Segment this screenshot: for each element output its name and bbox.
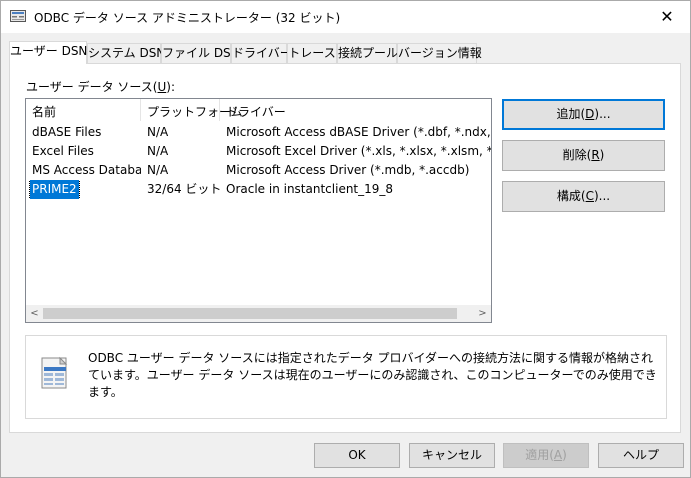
configure-button[interactable]: 構成(C)... <box>502 181 665 212</box>
dsn-platform: 32/64 ビット <box>147 182 220 196</box>
list-item[interactable]: dBASE Files N/A Microsoft Access dBASE D… <box>26 123 491 142</box>
tab-system-dsn[interactable]: システム DSN <box>87 43 165 63</box>
button-label: 削除( <box>562 148 592 162</box>
title-bar: ODBC データ ソース アドミニストレーター (32 ビット) ✕ <box>1 1 690 33</box>
tab-label: バージョン情報 <box>398 46 482 60</box>
tab-label: 接続プール <box>338 46 399 60</box>
odbc-app-icon <box>10 9 26 23</box>
dsn-driver: Microsoft Access Driver (*.mdb, *.accdb) <box>226 163 470 177</box>
close-icon: ✕ <box>660 7 674 26</box>
ok-button[interactable]: OK <box>314 443 400 468</box>
tab-label: トレース <box>288 46 336 60</box>
tab-connection-pooling[interactable]: 接続プール <box>337 43 399 63</box>
button-hotkey: A <box>553 448 563 462</box>
data-source-info-icon <box>38 356 72 390</box>
column-header-platform[interactable]: プラットフォーム <box>141 103 243 120</box>
button-label-suffix: )... <box>593 189 611 203</box>
info-box: ODBC ユーザー データ ソースには指定されたデータ プロバイダーへの接続方法… <box>25 335 667 419</box>
tab-user-dsn[interactable]: ユーザー DSN <box>9 41 87 64</box>
tab-label: ファイル DSN <box>162 46 240 60</box>
button-label-suffix: )... <box>594 107 611 121</box>
button-hotkey: C <box>585 189 594 203</box>
list-item[interactable]: MS Access Database N/A Microsoft Access … <box>26 161 491 180</box>
button-label-suffix: ) <box>562 448 567 462</box>
info-description: ODBC ユーザー データ ソースには指定されたデータ プロバイダーへの接続方法… <box>88 351 657 399</box>
dsn-name: dBASE Files <box>32 125 102 139</box>
tab-file-dsn[interactable]: ファイル DSN <box>161 43 240 63</box>
label-suffix: ): <box>166 80 176 94</box>
close-button[interactable]: ✕ <box>644 1 690 32</box>
apply-button[interactable]: 適用(A) <box>503 443 589 468</box>
horizontal-scrollbar[interactable]: < > <box>26 305 491 322</box>
scroll-right-icon[interactable]: > <box>474 305 491 322</box>
button-label: 構成( <box>556 189 586 203</box>
list-header: 名前 プラットフォーム ドライバー <box>26 99 491 121</box>
scroll-left-icon[interactable]: < <box>26 305 43 322</box>
list-item-selected[interactable]: PRIME2 32/64 ビット Oracle in instantclient… <box>26 180 491 199</box>
button-label: 適用( <box>525 448 554 462</box>
dsn-name-cell: PRIME2 <box>26 180 141 199</box>
column-header-name[interactable]: 名前 <box>26 103 140 120</box>
dsn-name: MS Access Database <box>32 163 141 177</box>
tab-tracing[interactable]: トレース <box>287 43 337 63</box>
tab-label: システム DSN <box>88 46 166 60</box>
cancel-button[interactable]: キャンセル <box>409 443 495 468</box>
button-label-suffix: ) <box>599 148 605 162</box>
window-title: ODBC データ ソース アドミニストレーター (32 ビット) <box>34 11 341 25</box>
help-button[interactable]: ヘルプ <box>598 443 684 468</box>
remove-button[interactable]: 削除(R) <box>502 140 665 171</box>
tab-strip: ユーザー DSN システム DSN ファイル DSN ドライバー トレース 接続… <box>9 41 679 64</box>
dsn-driver: Oracle in instantclient_19_8 <box>226 182 394 196</box>
label-text: ユーザー データ ソース( <box>26 80 158 94</box>
data-source-list[interactable]: 名前 プラットフォーム ドライバー dBASE Files N/A Micros… <box>25 98 492 323</box>
user-dsn-panel: ユーザー データ ソース(U): 名前 プラットフォーム ドライバー dBASE… <box>9 63 681 433</box>
dsn-platform: N/A <box>147 125 169 139</box>
dsn-name: Excel Files <box>32 144 94 158</box>
tab-about[interactable]: バージョン情報 <box>397 43 482 63</box>
dsn-driver: Microsoft Excel Driver (*.xls, *.xlsx, *… <box>226 144 491 158</box>
label-hotkey: U <box>157 80 167 94</box>
dsn-driver: Microsoft Access dBASE Driver (*.dbf, *.… <box>226 125 491 139</box>
odbc-admin-window: ODBC データ ソース アドミニストレーター (32 ビット) ✕ ユーザー … <box>0 0 691 478</box>
tab-drivers[interactable]: ドライバー <box>231 43 292 63</box>
dsn-platform: N/A <box>147 163 169 177</box>
dsn-platform: N/A <box>147 144 169 158</box>
tab-label: ユーザー DSN <box>10 44 88 58</box>
button-label: 追加( <box>556 107 586 121</box>
button-hotkey: R <box>591 148 600 162</box>
tab-label: ドライバー <box>232 46 292 60</box>
scroll-thumb[interactable] <box>43 308 457 319</box>
user-data-sources-label: ユーザー データ ソース(U): <box>26 78 175 95</box>
add-button[interactable]: 追加(D)... <box>502 99 665 130</box>
column-header-driver[interactable]: ドライバー <box>220 103 480 120</box>
list-item[interactable]: Excel Files N/A Microsoft Excel Driver (… <box>26 142 491 161</box>
dsn-name: PRIME2 <box>29 180 80 199</box>
